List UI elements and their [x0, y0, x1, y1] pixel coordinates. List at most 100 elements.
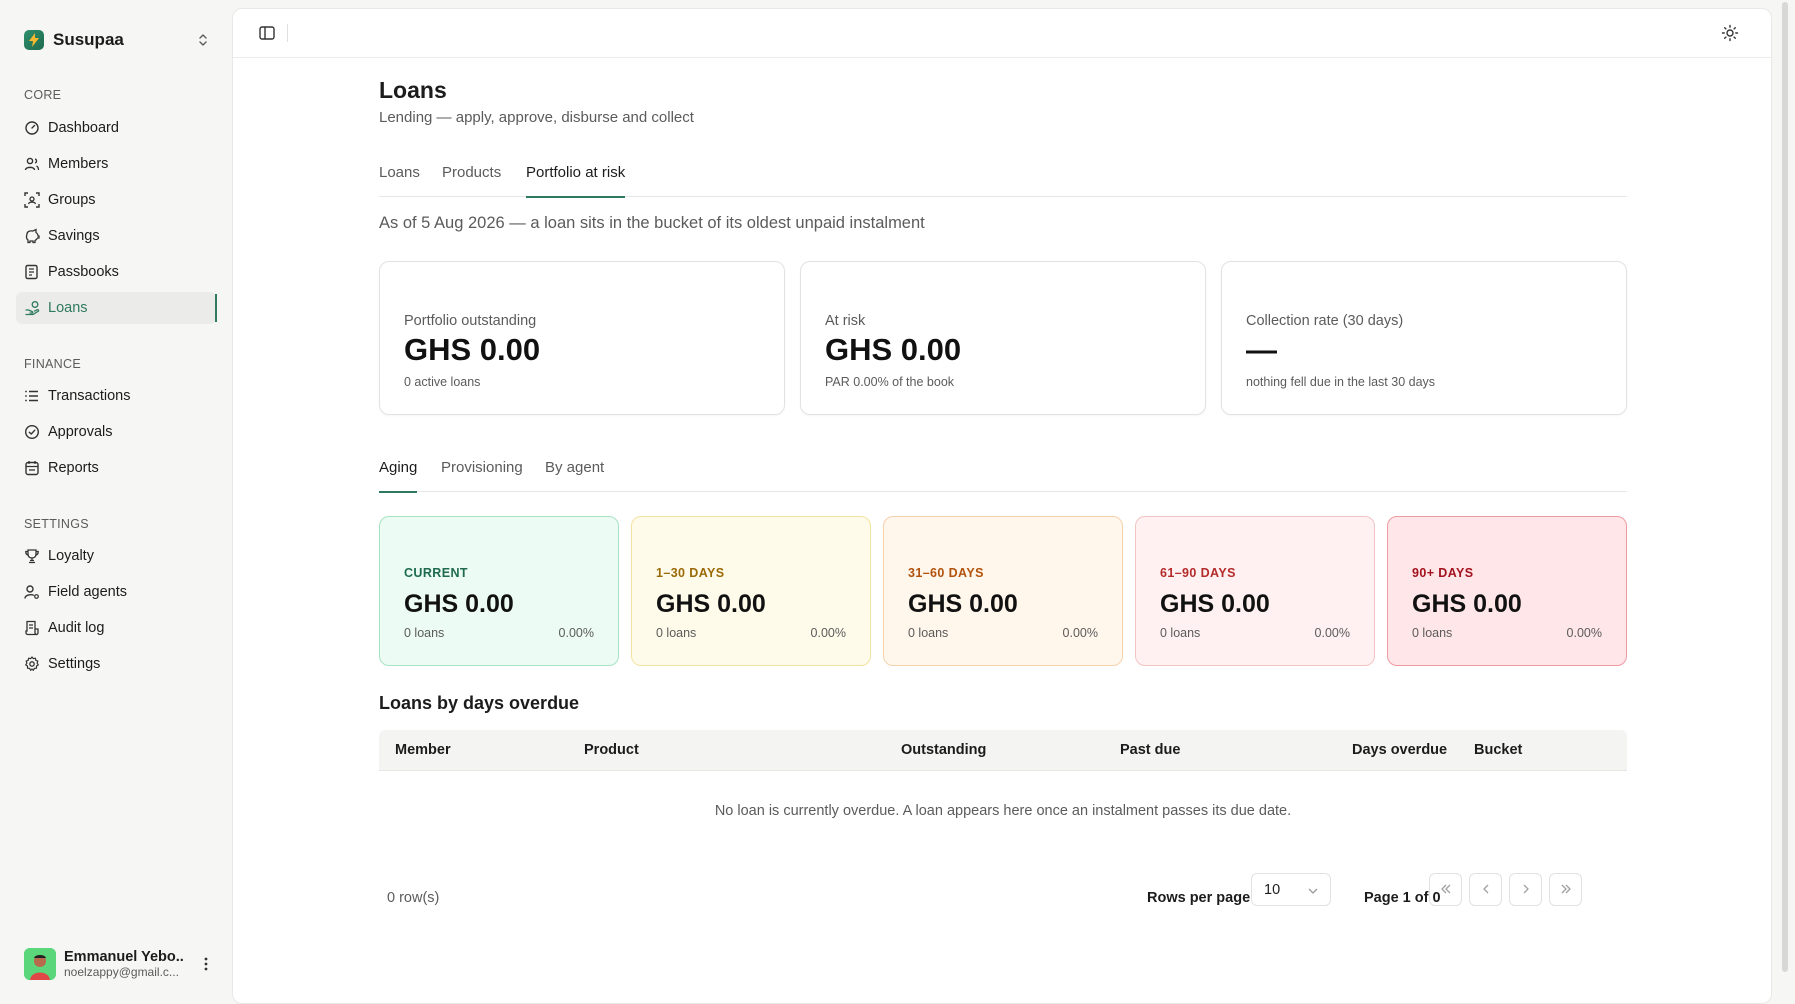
main-panel: Loans Lending — apply, approve, disburse… [232, 8, 1772, 1004]
section-label-settings: SETTINGS [24, 517, 89, 531]
bucket-value: GHS 0.00 [1412, 590, 1522, 618]
bucket-value: GHS 0.00 [908, 590, 1018, 618]
sidebar-toggle-icon[interactable] [258, 24, 276, 42]
report-icon [24, 460, 40, 476]
sidebar-item-label: Approvals [48, 424, 113, 440]
bucket-31-60-days: 31–60 DAYS GHS 0.00 0 loans 0.00% [883, 516, 1123, 666]
workspace-switcher[interactable]: Susupaa [24, 28, 210, 52]
sidebar-item-savings[interactable]: Savings [16, 220, 216, 252]
bucket-label: CURRENT [404, 566, 468, 580]
sidebar-item-label: Dashboard [48, 120, 119, 136]
chevrons-up-down-icon[interactable] [196, 31, 210, 49]
empty-message: No loan is currently overdue. A loan app… [714, 803, 1292, 819]
next-page-button[interactable] [1509, 873, 1542, 906]
previous-page-button[interactable] [1469, 873, 1502, 906]
sidebar-item-passbooks[interactable]: Passbooks [16, 256, 216, 288]
sidebar-item-label: Field agents [48, 584, 127, 600]
tab-products[interactable]: Products [442, 157, 501, 197]
list-icon [24, 388, 40, 404]
bucket-percent: 0.00% [1062, 626, 1098, 640]
column-product[interactable]: Product [584, 742, 639, 758]
rows-per-page-select[interactable]: 10 [1251, 873, 1331, 906]
sidebar: Susupaa CORE Dashboard Members Groups Sa… [0, 0, 232, 1004]
scrollbar[interactable] [1780, 0, 1790, 1004]
dashboard-icon [24, 120, 40, 136]
as-of-note: As of 5 Aug 2026 — a loan sits in the bu… [379, 214, 925, 232]
bucket-count: 0 loans [1160, 626, 1201, 640]
sidebar-item-label: Audit log [48, 620, 105, 636]
chevron-down-icon [1308, 882, 1318, 898]
users-icon [24, 156, 40, 172]
overdue-loans-table: Member Product Outstanding Past due Days… [379, 730, 1627, 867]
sidebar-item-members[interactable]: Members [16, 148, 216, 180]
bucket-count: 0 loans [908, 626, 949, 640]
last-page-button[interactable] [1549, 873, 1582, 906]
scrollbar-thumb[interactable] [1782, 2, 1788, 972]
sidebar-item-label: Loans [48, 300, 88, 316]
sidebar-item-field-agents[interactable]: Field agents [16, 576, 216, 608]
check-circle-icon [24, 424, 40, 440]
sidebar-item-label: Reports [48, 460, 99, 476]
sub-tabs: Aging Provisioning By agent [379, 452, 1627, 493]
user-email: noelzappy@gmail.c... [64, 965, 179, 979]
first-page-button[interactable] [1429, 873, 1462, 906]
table-header: Member Product Outstanding Past due Days… [379, 730, 1627, 771]
tab-by-agent[interactable]: By agent [545, 452, 604, 492]
brand-name: Susupaa [53, 30, 124, 49]
sidebar-item-label: Loyalty [48, 548, 94, 564]
bucket-value: GHS 0.00 [404, 590, 514, 618]
stat-note: 0 active loans [404, 375, 481, 389]
stat-label: At risk [825, 313, 866, 329]
user-name: Emmanuel Yebo... [64, 949, 184, 965]
sidebar-item-dashboard[interactable]: Dashboard [16, 112, 216, 144]
sun-icon[interactable] [1721, 24, 1739, 42]
column-member[interactable]: Member [395, 742, 451, 758]
bucket-count: 0 loans [1412, 626, 1453, 640]
section-title: Loans by days overdue [379, 693, 580, 713]
sidebar-item-loyalty[interactable]: Loyalty [16, 540, 216, 572]
column-past-due[interactable]: Past due [1120, 742, 1180, 758]
tab-portfolio-at-risk[interactable]: Portfolio at risk [526, 157, 626, 198]
active-indicator [215, 294, 217, 322]
sidebar-item-loans[interactable]: Loans [16, 292, 217, 324]
piggy-bank-icon [24, 228, 40, 244]
stat-value: GHS 0.00 [825, 332, 962, 367]
stat-note: PAR 0.00% of the book [825, 375, 955, 389]
page-subtitle: Lending — apply, approve, disburse and c… [379, 109, 694, 126]
chevron-right-icon [1522, 881, 1530, 899]
section-label-core: CORE [24, 88, 62, 102]
bucket-1-30-days: 1–30 DAYS GHS 0.00 0 loans 0.00% [631, 516, 871, 666]
tab-aging[interactable]: Aging [379, 452, 418, 493]
column-bucket[interactable]: Bucket [1474, 742, 1522, 758]
more-vertical-icon[interactable] [198, 957, 214, 971]
row-count: 0 row(s) [387, 890, 440, 906]
sidebar-item-label: Transactions [48, 388, 131, 404]
sidebar-item-audit-log[interactable]: Audit log [16, 612, 216, 644]
bucket-count: 0 loans [404, 626, 445, 640]
sidebar-item-label: Passbooks [48, 264, 119, 280]
avatar [24, 948, 56, 980]
tab-provisioning[interactable]: Provisioning [441, 452, 523, 492]
bucket-percent: 0.00% [558, 626, 594, 640]
trophy-icon [24, 548, 40, 564]
sidebar-item-groups[interactable]: Groups [16, 184, 216, 216]
section-label-finance: FINANCE [24, 357, 81, 371]
chevron-left-icon [1482, 881, 1490, 899]
tab-loans[interactable]: Loans [379, 157, 420, 197]
bucket-percent: 0.00% [810, 626, 846, 640]
sidebar-item-settings[interactable]: Settings [16, 648, 216, 680]
sidebar-item-transactions[interactable]: Transactions [16, 380, 216, 412]
bucket-value: GHS 0.00 [656, 590, 766, 618]
sidebar-item-label: Groups [48, 192, 96, 208]
column-outstanding[interactable]: Outstanding [901, 742, 986, 758]
bucket-label: 61–90 DAYS [1160, 566, 1236, 580]
sidebar-item-label: Savings [48, 228, 100, 244]
user-menu[interactable]: Emmanuel Yebo... noelzappy@gmail.c... [24, 946, 214, 982]
main-tabs: Loans Products Portfolio at risk [379, 157, 1627, 198]
sidebar-item-reports[interactable]: Reports [16, 452, 216, 484]
stat-label: Portfolio outstanding [404, 313, 537, 329]
column-days-overdue[interactable]: Days overdue [1352, 742, 1447, 758]
sidebar-item-approvals[interactable]: Approvals [16, 416, 216, 448]
book-icon [24, 264, 40, 280]
rows-per-page-value: 10 [1264, 881, 1281, 898]
